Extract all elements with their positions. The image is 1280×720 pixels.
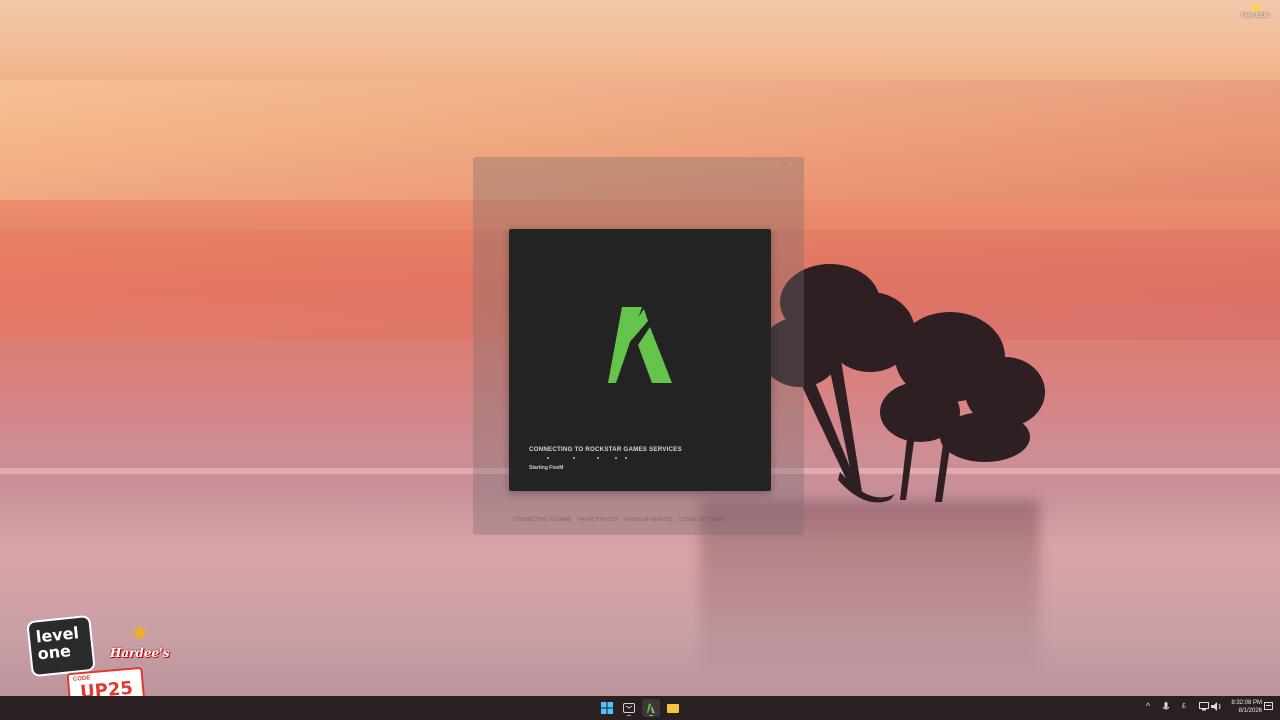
system-clock[interactable]: 8:32:08 PM 8/1/2026 <box>1224 699 1262 715</box>
footer-link[interactable]: CONNECTING TO GAME <box>514 517 572 523</box>
launcher-panel: CONNECTING TO ROCKSTAR GAMES SERVICES St… <box>509 229 771 491</box>
taskbar-app-xbox[interactable] <box>620 699 638 717</box>
footer-link[interactable]: PRIVACY POLICY <box>577 517 618 523</box>
hardees-logo-text: Hardee's <box>110 646 170 660</box>
desktop-icon-new-folder[interactable]: New folder <box>1236 2 1276 19</box>
xbox-icon <box>623 703 635 713</box>
loading-dots <box>547 457 637 460</box>
loading-dot <box>625 457 627 459</box>
tree-silhouette <box>760 264 1045 503</box>
windows-icon <box>601 702 613 714</box>
clock-time: 8:32:08 PM <box>1231 700 1262 706</box>
fivem-logo-icon <box>608 307 672 383</box>
sub-status-text: Starting FiveM <box>529 465 564 471</box>
taskbar-app-file-explorer[interactable] <box>664 699 682 717</box>
taskbar-app-fivem[interactable] <box>642 699 660 717</box>
microphone-icon[interactable] <box>1162 702 1170 713</box>
folder-icon <box>667 704 679 713</box>
network-icon[interactable] <box>1199 702 1209 711</box>
loading-dot <box>573 457 575 459</box>
star-icon: ★ <box>130 620 150 645</box>
promo-overlay: level one ★ Hardee's CODE UP25 <box>26 610 176 712</box>
desktop-icon-label: New folder <box>1241 13 1271 19</box>
input-language-indicator[interactable]: £ <box>1182 703 1186 710</box>
volume-icon[interactable] <box>1211 702 1222 711</box>
footer-link[interactable]: TERMS OF SERVICE <box>624 517 673 523</box>
level-one-badge: level one <box>26 614 96 678</box>
notification-icon[interactable] <box>1264 702 1273 712</box>
loading-dot <box>615 457 617 459</box>
fivem-icon <box>647 703 655 713</box>
running-indicator <box>649 714 653 716</box>
minimize-icon[interactable]: – <box>775 163 781 169</box>
level-one-text: level one <box>34 623 80 664</box>
folder-icon <box>1251 4 1261 11</box>
loading-dot <box>597 457 599 459</box>
running-indicator <box>627 714 631 716</box>
tray-overflow-chevron[interactable]: ^ <box>1146 701 1150 711</box>
loading-dot <box>547 457 549 459</box>
launcher-footer-links: CONNECTING TO GAME PRIVACY POLICY TERMS … <box>514 517 784 523</box>
footer-link[interactable]: COOKIE SETTINGS <box>678 517 724 523</box>
clock-date: 8/1/2026 <box>1238 708 1262 714</box>
close-icon[interactable]: × <box>789 163 795 169</box>
connection-status-text: CONNECTING TO ROCKSTAR GAMES SERVICES <box>529 446 682 453</box>
taskbar: ^ £ 8:32:08 PM 8/1/2026 <box>0 696 1280 720</box>
start-button[interactable] <box>598 699 616 717</box>
